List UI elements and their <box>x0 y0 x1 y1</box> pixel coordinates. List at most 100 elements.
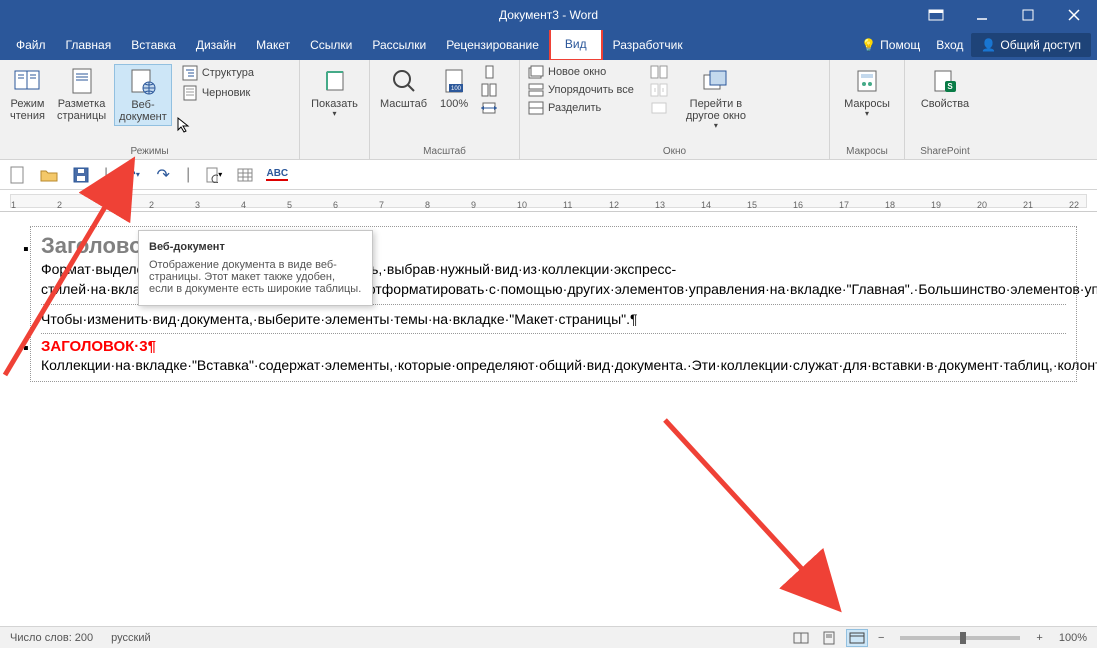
tooltip: Веб-документ Отображение документа в вид… <box>138 230 373 306</box>
group-window: Новое окно Упорядочить все Разделить Пер… <box>520 60 830 159</box>
zoom-100-button[interactable]: 100 100% <box>435 64 473 116</box>
group-show: Показать▾ <box>300 60 370 159</box>
tab-layout[interactable]: Макет <box>246 30 300 60</box>
zoom-slider[interactable] <box>900 636 1020 640</box>
arrange-all-button[interactable]: Упорядочить все <box>526 82 636 98</box>
sync-scroll-icon <box>650 83 668 97</box>
qat-redo[interactable]: ↷ <box>154 166 172 184</box>
group-label-macros: Макросы <box>830 146 904 157</box>
qat-save[interactable] <box>72 166 90 184</box>
group-label-zoom: Масштаб <box>370 146 519 157</box>
paragraph-3: Коллекции·на·вкладке·"Вставка"·содержат·… <box>41 355 1066 375</box>
show-icon <box>320 66 350 96</box>
new-window-button[interactable]: Новое окно <box>526 64 636 80</box>
sign-in[interactable]: Вход <box>928 38 971 52</box>
tab-insert[interactable]: Вставка <box>121 30 186 60</box>
new-window-icon <box>528 65 544 79</box>
tab-review[interactable]: Рецензирование <box>436 30 549 60</box>
split-button[interactable]: Разделить <box>526 100 636 116</box>
multi-page-icon <box>481 83 497 97</box>
close-button[interactable] <box>1051 0 1097 30</box>
qat-open[interactable] <box>40 166 58 184</box>
bullet-1: ▪ <box>23 241 29 259</box>
switch-windows-button[interactable]: Перейти в другое окно▾ <box>682 64 750 133</box>
page-width-icon <box>481 101 497 115</box>
ruler[interactable]: 1212345678910111213141516171819202122 <box>0 190 1097 212</box>
window-title: Документ3 - Word <box>499 8 598 22</box>
tooltip-title: Веб-документ <box>149 241 362 253</box>
ribbon: Режим чтения Разметка страницы Веб- доку… <box>0 60 1097 160</box>
group-views: Режим чтения Разметка страницы Веб- доку… <box>0 60 300 159</box>
arrow-2 <box>660 415 860 615</box>
one-page-icon <box>481 65 497 79</box>
tab-references[interactable]: Ссылки <box>300 30 362 60</box>
person-icon: 👤 <box>981 38 996 52</box>
print-layout-icon <box>67 66 97 96</box>
group-label-window: Окно <box>520 146 829 157</box>
macros-button[interactable]: Макросы▾ <box>836 64 898 121</box>
one-page-button[interactable] <box>479 64 499 80</box>
qat-print-preview[interactable]: ▾ <box>204 166 222 184</box>
ribbon-display-options-button[interactable] <box>913 0 959 30</box>
minimize-button[interactable] <box>959 0 1005 30</box>
zoom-out[interactable]: − <box>874 632 888 644</box>
qat-spellcheck[interactable]: ABC <box>268 166 286 184</box>
svg-text:S: S <box>947 82 953 91</box>
draft-icon <box>182 85 198 101</box>
show-button[interactable]: Показать▾ <box>306 64 363 121</box>
reset-position-button[interactable] <box>648 100 670 116</box>
word-count[interactable]: Число слов: 200 <box>10 632 93 644</box>
properties-icon: S <box>930 66 960 96</box>
print-layout-button[interactable]: Разметка страницы <box>53 64 110 126</box>
draft-button[interactable]: Черновик <box>180 84 256 102</box>
qat-new-doc[interactable] <box>8 166 26 184</box>
group-zoom: Масштаб 100 100% Масштаб <box>370 60 520 159</box>
zoom-icon <box>389 66 419 96</box>
group-macros: Макросы▾ Макросы <box>830 60 905 159</box>
page-100-icon: 100 <box>439 66 469 96</box>
zoom-in[interactable]: + <box>1032 632 1046 644</box>
tab-design[interactable]: Дизайн <box>186 30 246 60</box>
tab-view[interactable]: Вид <box>549 27 603 61</box>
view-web-layout[interactable] <box>846 629 868 647</box>
bullet-2: ▪ <box>23 340 29 358</box>
view-side-by-side-button[interactable] <box>648 64 670 80</box>
zoom-level[interactable]: 100% <box>1059 632 1087 644</box>
tab-home[interactable]: Главная <box>56 30 122 60</box>
page-width-button[interactable] <box>479 100 499 116</box>
outline-icon <box>182 65 198 81</box>
zoom-button[interactable]: Масштаб <box>376 64 431 116</box>
maximize-button[interactable] <box>1005 0 1051 30</box>
help-prompt[interactable]: 💡Помощ <box>853 38 928 52</box>
qat-undo[interactable]: ↶▾ <box>122 166 140 184</box>
cursor-icon <box>176 116 190 134</box>
language[interactable]: русский <box>111 632 150 644</box>
qat-table[interactable] <box>236 166 254 184</box>
side-by-side-icon <box>650 65 668 79</box>
multi-page-button[interactable] <box>479 82 499 98</box>
outline-button[interactable]: Структура <box>180 64 256 82</box>
paragraph-2: Чтобы·изменить·вид·документа,·выберите·э… <box>41 309 1066 329</box>
view-print-layout[interactable] <box>818 629 840 647</box>
quick-access-toolbar: | ↶▾ ↷ | ▾ ABC <box>0 160 1097 190</box>
view-read-mode[interactable] <box>790 629 812 647</box>
titlebar: Документ3 - Word <box>0 0 1097 30</box>
share-button[interactable]: 👤Общий доступ <box>971 33 1091 57</box>
statusbar: Число слов: 200 русский − + 100% <box>0 626 1097 648</box>
group-label-sharepoint: SharePoint <box>905 146 985 157</box>
sync-scroll-button[interactable] <box>648 82 670 98</box>
read-mode-button[interactable]: Режим чтения <box>6 64 49 126</box>
reset-pos-icon <box>650 101 668 115</box>
web-layout-button[interactable]: Веб- документ <box>114 64 172 126</box>
arrange-all-icon <box>528 83 544 97</box>
switch-windows-icon <box>701 66 731 96</box>
tab-file[interactable]: Файл <box>6 30 56 60</box>
svg-text:100: 100 <box>451 86 462 92</box>
group-sharepoint: S Свойства SharePoint <box>905 60 985 159</box>
properties-button[interactable]: S Свойства <box>911 64 979 112</box>
tab-mailings[interactable]: Рассылки <box>362 30 436 60</box>
read-mode-icon <box>12 66 42 96</box>
tab-developer[interactable]: Разработчик <box>603 30 693 60</box>
menubar: Файл Главная Вставка Дизайн Макет Ссылки… <box>0 30 1097 60</box>
split-icon <box>528 101 544 115</box>
